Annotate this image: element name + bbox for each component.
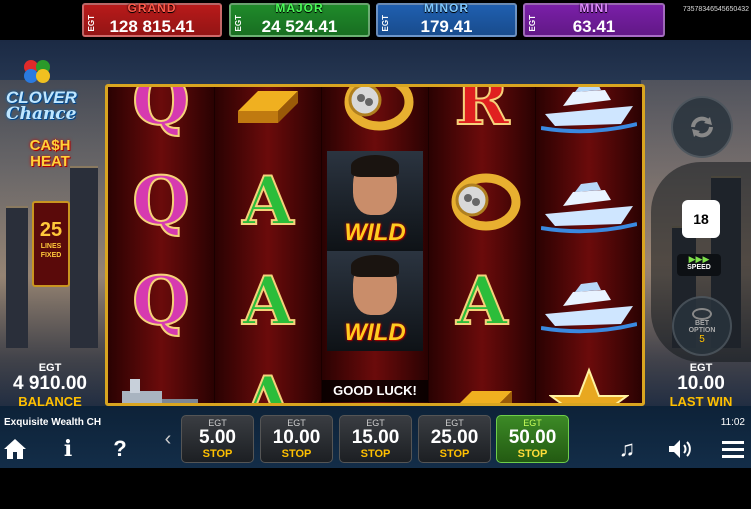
ticket-id: 73578346545650432 bbox=[682, 6, 749, 13]
bet-amount: 50.00 bbox=[508, 427, 557, 448]
reel-4: RA bbox=[429, 87, 536, 403]
bet-option-value: 5 bbox=[699, 333, 705, 345]
reel-1: QQQ bbox=[108, 87, 215, 403]
lines-count: 25 bbox=[39, 219, 63, 241]
fixed-label: FIXED bbox=[40, 252, 62, 259]
bet-amount: 10.00 bbox=[272, 427, 321, 448]
symbol-q: Q bbox=[131, 261, 190, 341]
bet-option-label: BET bbox=[695, 319, 709, 327]
symbol-a: A bbox=[241, 161, 294, 241]
symbol-yacht bbox=[536, 151, 642, 251]
clock: 11:02 bbox=[720, 417, 745, 428]
wild-label: WILD bbox=[344, 219, 406, 246]
music-icon[interactable]: ♫ bbox=[614, 436, 640, 462]
home-button[interactable] bbox=[2, 436, 28, 462]
symbol-star bbox=[536, 351, 642, 403]
jackpot-bar: EGT GRAND 128 815.41 EGT MAJOR 24 524.41… bbox=[0, 0, 751, 40]
speed-label: SPEED bbox=[687, 264, 711, 271]
reel-2: AAA bbox=[215, 87, 322, 403]
bet-action: STOP bbox=[439, 448, 470, 460]
symbol-q: Q bbox=[131, 84, 190, 141]
scroll-left-icon[interactable]: ‹ bbox=[161, 415, 175, 463]
lines-fixed-badge: 25 LINES FIXED bbox=[32, 201, 70, 287]
game-name: Exquisite Wealth CH bbox=[4, 417, 102, 428]
jackpot-name: MINI bbox=[579, 1, 609, 15]
bet-action: STOP bbox=[202, 448, 233, 460]
symbol-yacht bbox=[536, 251, 642, 351]
autoplay-icon bbox=[691, 116, 713, 138]
volume-button[interactable] bbox=[666, 436, 696, 462]
bet-amount: 5.00 bbox=[199, 427, 236, 448]
last-win-panel: EGT 10.00 LAST WIN bbox=[655, 362, 747, 409]
symbol-yacht bbox=[536, 87, 642, 151]
jackpot-name: MINOR bbox=[424, 1, 469, 15]
speed-button[interactable]: ▶▶▶ SPEED bbox=[677, 254, 721, 276]
jackpot-major: EGT MAJOR 24 524.41 bbox=[229, 1, 370, 37]
bet-button-3[interactable]: EGT 15.00 STOP bbox=[339, 415, 412, 463]
reel-area: Q Q Q A A A WILD WILD R A bbox=[105, 84, 645, 406]
bet-button-1[interactable]: EGT 5.00 STOP bbox=[181, 415, 254, 463]
bet-action: STOP bbox=[281, 448, 312, 460]
jackpot-name: MAJOR bbox=[275, 1, 324, 15]
symbol-ring bbox=[429, 151, 535, 251]
symbol-wild: WILD bbox=[322, 151, 428, 251]
jackpot-mini: EGT MINI 63.41 bbox=[523, 1, 665, 37]
jackpot-name: GRAND bbox=[127, 1, 177, 15]
bet-amount: 15.00 bbox=[351, 427, 400, 448]
jackpot-value: 63.41 bbox=[572, 17, 616, 36]
lines-label: LINES bbox=[40, 243, 62, 250]
bet-action: STOP bbox=[360, 448, 391, 460]
jackpot-value: 24 524.41 bbox=[261, 17, 338, 36]
jackpot-value: 128 815.41 bbox=[109, 17, 195, 36]
volume-icon bbox=[669, 440, 691, 458]
help-icon[interactable]: ? bbox=[108, 436, 132, 462]
reel-5 bbox=[536, 87, 642, 403]
autoplay-button[interactable] bbox=[671, 96, 733, 158]
symbol-gold-bars bbox=[429, 351, 535, 403]
cash-heat-logo: CA$H HEAT bbox=[20, 138, 80, 170]
bet-button-4[interactable]: EGT 25.00 STOP bbox=[418, 415, 491, 463]
symbol-a: A bbox=[455, 261, 508, 341]
bet-option-button[interactable]: BET OPTION 5 bbox=[672, 296, 732, 356]
symbol-wild: WILD bbox=[322, 251, 428, 351]
symbol-machine bbox=[108, 351, 214, 403]
bet-amount: 25.00 bbox=[430, 427, 479, 448]
symbol-r: R bbox=[454, 84, 511, 141]
symbol-q: Q bbox=[131, 161, 190, 241]
clover-icon bbox=[22, 58, 52, 84]
info-icon[interactable]: i bbox=[56, 436, 80, 462]
status-message: GOOD LUCK! bbox=[322, 380, 428, 402]
menu-icon bbox=[722, 441, 744, 458]
symbol-a: A bbox=[241, 361, 294, 406]
game-logo: CLOVER Chance bbox=[6, 89, 77, 124]
jackpot-grand: EGT GRAND 128 815.41 bbox=[82, 1, 222, 37]
bet-button-5[interactable]: EGT 50.00 STOP bbox=[496, 415, 569, 463]
autoplay-count[interactable]: 18 bbox=[682, 200, 720, 238]
symbol-a: A bbox=[241, 261, 294, 341]
home-icon bbox=[4, 439, 26, 459]
balance-panel: EGT 4 910.00 BALANCE bbox=[4, 362, 96, 409]
cash-label: CA$H bbox=[29, 137, 71, 154]
symbol-gold-bars bbox=[215, 87, 321, 151]
symbol-ring bbox=[322, 87, 428, 151]
building bbox=[70, 166, 98, 348]
wild-label: WILD bbox=[344, 319, 406, 346]
jackpot-minor: EGT MINOR 179.41 bbox=[376, 1, 517, 37]
bet-option-icon bbox=[692, 307, 712, 320]
last-win-amount: 10.00 bbox=[677, 373, 725, 394]
speed-icon: ▶▶▶ bbox=[688, 254, 710, 264]
jackpot-value: 179.41 bbox=[420, 17, 473, 36]
bet-button-2[interactable]: EGT 10.00 STOP bbox=[260, 415, 333, 463]
heat-label: HEAT bbox=[30, 153, 70, 170]
bet-action: STOP bbox=[517, 448, 548, 460]
reel-3: WILD WILD bbox=[322, 87, 429, 403]
building bbox=[6, 206, 28, 348]
logo-line2: Chance bbox=[6, 104, 77, 124]
bet-option-label2: OPTION bbox=[688, 326, 716, 334]
menu-button[interactable] bbox=[720, 436, 746, 462]
balance-amount: 4 910.00 bbox=[13, 373, 87, 394]
